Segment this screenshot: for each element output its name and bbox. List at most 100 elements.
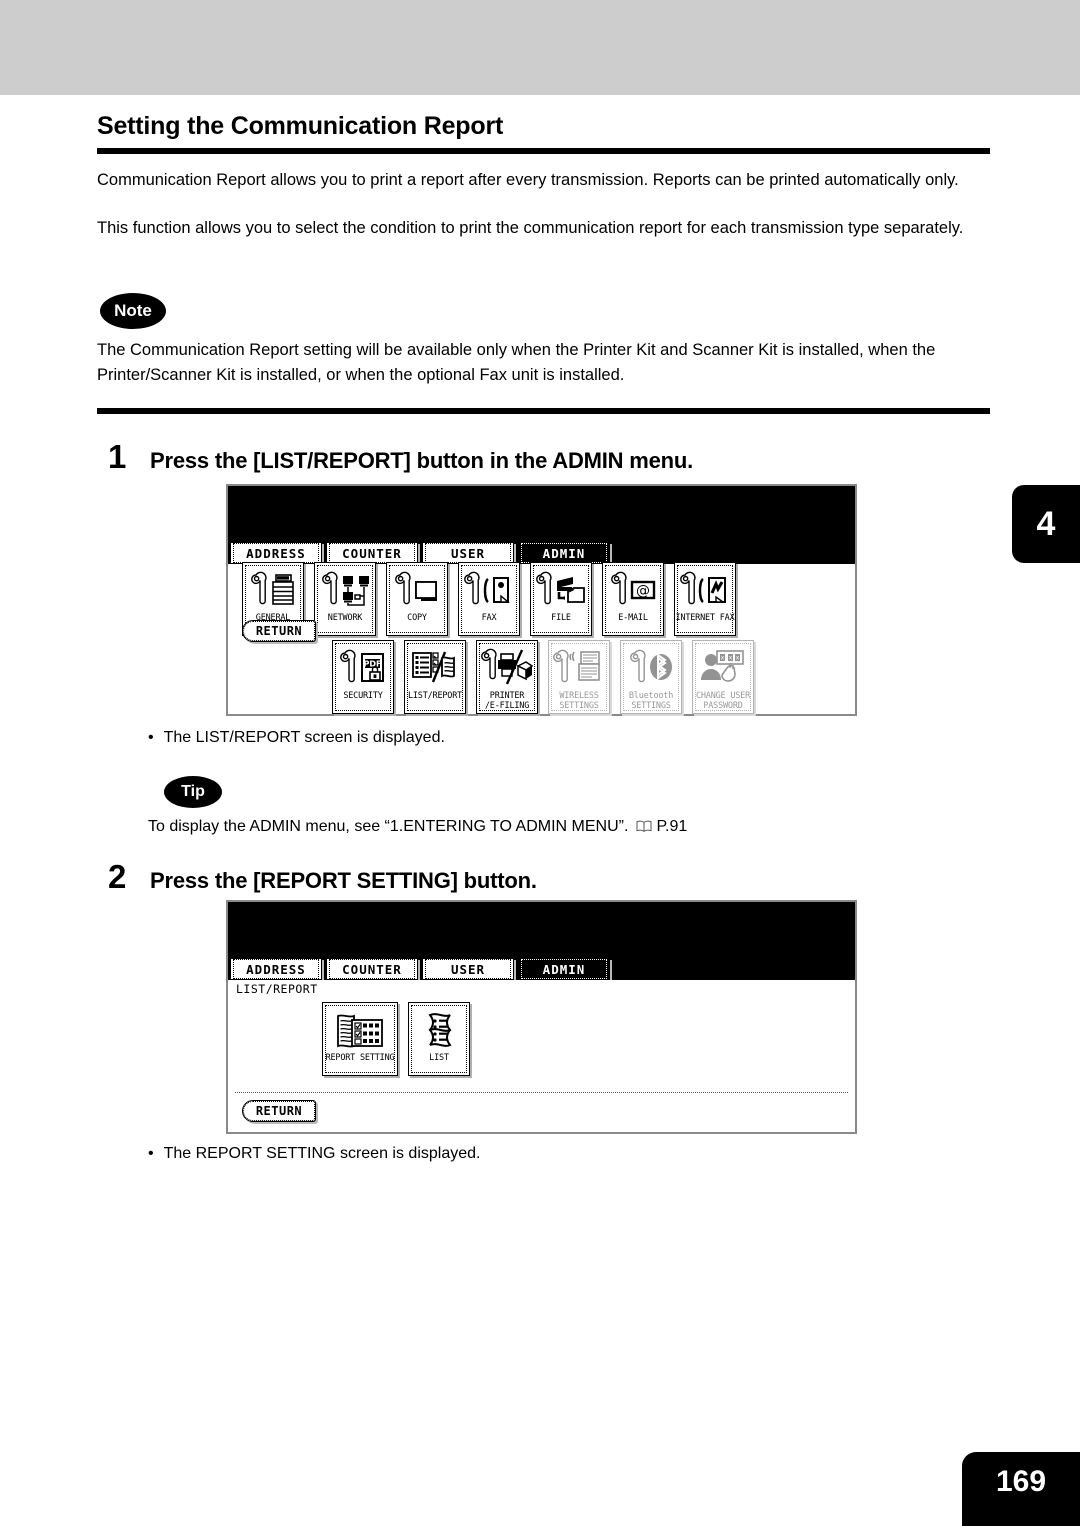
step-1-result: • The LIST/REPORT screen is displayed.	[148, 727, 445, 749]
admin-button-security-label: SECURITY	[343, 691, 383, 701]
svg-text:@: @	[636, 583, 650, 599]
wrench-internetfax-icon	[677, 566, 733, 614]
admin-icon-row-2: PDF SECURITY LIST/REPORT PRINTER /E-FILI…	[332, 640, 764, 714]
admin-screen-body: GENERAL NETWORK COPY FAX FILE @ E-MAIL I…	[228, 562, 855, 714]
admin-button-bluetooth-settings-label: Bluetooth SETTINGS	[628, 691, 674, 711]
wrench-fax-icon	[461, 566, 517, 614]
listreport-button-report-setting[interactable]: REPORT SETTING	[322, 1002, 398, 1076]
tab2-address-label: ADDRESS	[233, 959, 319, 979]
listreport-return-label: RETURN	[243, 1101, 315, 1121]
admin-button-list-report[interactable]: LIST/REPORT	[404, 640, 466, 714]
admin-return-label: RETURN	[243, 621, 315, 641]
admin-button-list-report-label: LIST/REPORT	[407, 691, 463, 701]
admin-return-button[interactable]: RETURN	[242, 620, 316, 642]
report-setting-icon	[332, 1006, 388, 1054]
tab2-user[interactable]: USER	[422, 958, 514, 980]
tip-badge: Tip	[164, 776, 222, 808]
tab-user-label: USER	[425, 543, 511, 563]
tab2-address[interactable]: ADDRESS	[230, 958, 322, 980]
listreport-icon-row: REPORT SETTING LIST	[322, 1002, 480, 1076]
title-rule	[97, 148, 990, 154]
tab2-admin[interactable]: ADMIN	[518, 958, 610, 980]
admin-button-email-label: E-MAIL	[618, 613, 648, 623]
breadcrumb: LIST/REPORT	[236, 982, 318, 996]
listreport-button-report-setting-label: REPORT SETTING	[325, 1053, 395, 1063]
admin-button-wireless-settings-label: WIRELESS SETTINGS	[559, 691, 599, 711]
wrench-copy-icon	[389, 566, 445, 614]
tab-admin-label: ADMIN	[521, 543, 607, 563]
admin-button-change-user-password-label: CHANGE USER PASSWORD	[695, 691, 751, 711]
listreport-separator	[235, 1092, 848, 1093]
step-2: 2 Press the [REPORT SETTING] button.	[108, 858, 988, 896]
admin-button-file[interactable]: FILE	[530, 562, 592, 636]
step-1: 1 Press the [LIST/REPORT] button in the …	[108, 438, 988, 476]
listreport-screen-status-area	[228, 902, 855, 957]
listreport-screen: ADDRESS COUNTER USER ADMIN LIST/REPORT R…	[226, 900, 857, 1134]
listreport-return-button[interactable]: RETURN	[242, 1100, 316, 1122]
listreport-screen-tabbar: ADDRESS COUNTER USER ADMIN	[228, 957, 855, 980]
svg-text:x: x	[721, 655, 725, 662]
admin-button-copy[interactable]: COPY	[386, 562, 448, 636]
list-icon	[411, 1006, 467, 1054]
step-1-result-text: The LIST/REPORT screen is displayed.	[163, 729, 445, 746]
listreport-screen-body: LIST/REPORT REPORT SETTING LIST RETURN	[228, 980, 855, 1132]
tab-admin[interactable]: ADMIN	[518, 542, 610, 564]
wrench-bluetooth-icon	[623, 644, 679, 692]
admin-screen-tabbar: ADDRESS COUNTER USER ADMIN	[228, 541, 855, 564]
page-number: 169	[962, 1452, 1080, 1526]
wrench-printer-efiling-icon	[479, 644, 535, 692]
admin-button-email[interactable]: @ E-MAIL	[602, 562, 664, 636]
wrench-pdf-lock-icon: PDF	[335, 644, 391, 692]
tip-page-ref: P.91	[656, 818, 688, 835]
tab2-counter[interactable]: COUNTER	[326, 958, 418, 980]
listreport-button-list-label: LIST	[429, 1053, 449, 1063]
tab-address-label: ADDRESS	[233, 543, 319, 563]
admin-button-printer-efiling-label: PRINTER /E-FILING	[484, 691, 530, 711]
admin-button-fax[interactable]: FAX	[458, 562, 520, 636]
admin-button-security[interactable]: PDF SECURITY	[332, 640, 394, 714]
admin-icon-row-1: GENERAL NETWORK COPY FAX FILE @ E-MAIL I…	[242, 562, 746, 636]
chapter-tab: 4	[1012, 485, 1080, 563]
step-1-number: 1	[108, 438, 127, 475]
wrench-email-icon: @	[605, 566, 661, 614]
note-text: The Communication Report setting will be…	[97, 341, 936, 384]
page-header-band	[0, 0, 1080, 95]
admin-button-wireless-settings: WIRELESS SETTINGS	[548, 640, 610, 714]
step-1-bullet-char: •	[148, 729, 154, 746]
section-rule	[97, 408, 990, 414]
page-title: Setting the Communication Report	[97, 112, 504, 140]
tab2-user-label: USER	[425, 959, 511, 979]
admin-screen: ADDRESS COUNTER USER ADMIN GENERAL NETWO…	[226, 484, 857, 716]
tab-counter[interactable]: COUNTER	[326, 542, 418, 564]
admin-button-fax-label: FAX	[481, 613, 497, 623]
tab-user[interactable]: USER	[422, 542, 514, 564]
wrench-copier-icon	[245, 566, 301, 614]
wrench-wireless-icon	[551, 644, 607, 692]
wrench-network-icon	[317, 566, 373, 614]
admin-button-change-user-password: x x x CHANGE USER PASSWORD	[692, 640, 754, 714]
tip-text: To display the ADMIN menu, see “1.ENTERI…	[148, 818, 687, 838]
tip-text-body: To display the ADMIN menu, see “1.ENTERI…	[148, 818, 629, 835]
tab-address[interactable]: ADDRESS	[230, 542, 322, 564]
admin-screen-status-area	[228, 486, 855, 541]
admin-button-printer-efiling[interactable]: PRINTER /E-FILING	[476, 640, 538, 714]
intro-paragraph-1: Communication Report allows you to print…	[97, 171, 959, 189]
svg-text:x: x	[729, 655, 733, 662]
step-2-title: Press the [REPORT SETTING] button.	[150, 868, 537, 893]
admin-button-bluetooth-settings: Bluetooth SETTINGS	[620, 640, 682, 714]
tab-counter-label: COUNTER	[329, 543, 415, 563]
admin-button-network-label: NETWORK	[327, 613, 363, 623]
listreport-button-list[interactable]: LIST	[408, 1002, 470, 1076]
tab2-admin-label: ADMIN	[521, 959, 607, 979]
step-2-bullet-char: •	[148, 1145, 154, 1162]
step-2-number: 2	[108, 858, 127, 895]
step-2-result: • The REPORT SETTING screen is displayed.	[148, 1143, 480, 1165]
svg-text:x: x	[736, 655, 740, 662]
change-user-password-icon: x x x	[695, 644, 751, 692]
note-badge: Note	[100, 293, 166, 329]
admin-button-network[interactable]: NETWORK	[314, 562, 376, 636]
admin-button-internet-fax[interactable]: INTERNET FAX	[674, 562, 736, 636]
tab2-counter-label: COUNTER	[329, 959, 415, 979]
admin-button-internet-fax-label: INTERNET FAX	[675, 613, 735, 623]
book-icon	[636, 820, 652, 838]
